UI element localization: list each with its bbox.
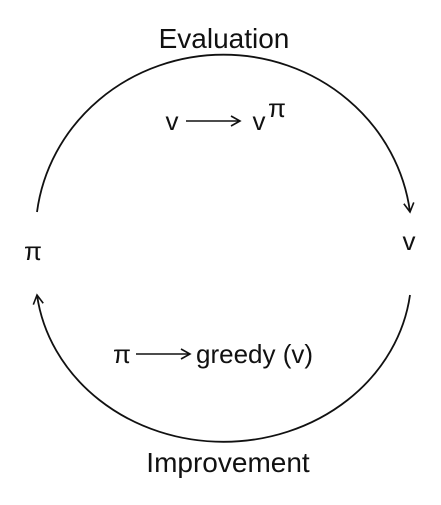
evaluation-expr-superscript: π (268, 93, 286, 123)
policy-node-label: π (24, 236, 42, 266)
improvement-expr-from: π (113, 339, 131, 369)
policy-iteration-diagram: Evaluation Improvement π v v v π π greed… (0, 0, 441, 505)
evaluation-arc (36, 53, 415, 214)
evaluation-expr-to: v (253, 106, 266, 136)
evaluation-label: Evaluation (159, 23, 290, 54)
diagram-svg: Evaluation Improvement π v v v π π greed… (24, 23, 416, 478)
improvement-label: Improvement (146, 447, 310, 478)
value-node-label: v (403, 226, 416, 256)
improvement-expr-to: greedy (v) (196, 339, 313, 369)
evaluation-expr-from: v (166, 106, 179, 136)
